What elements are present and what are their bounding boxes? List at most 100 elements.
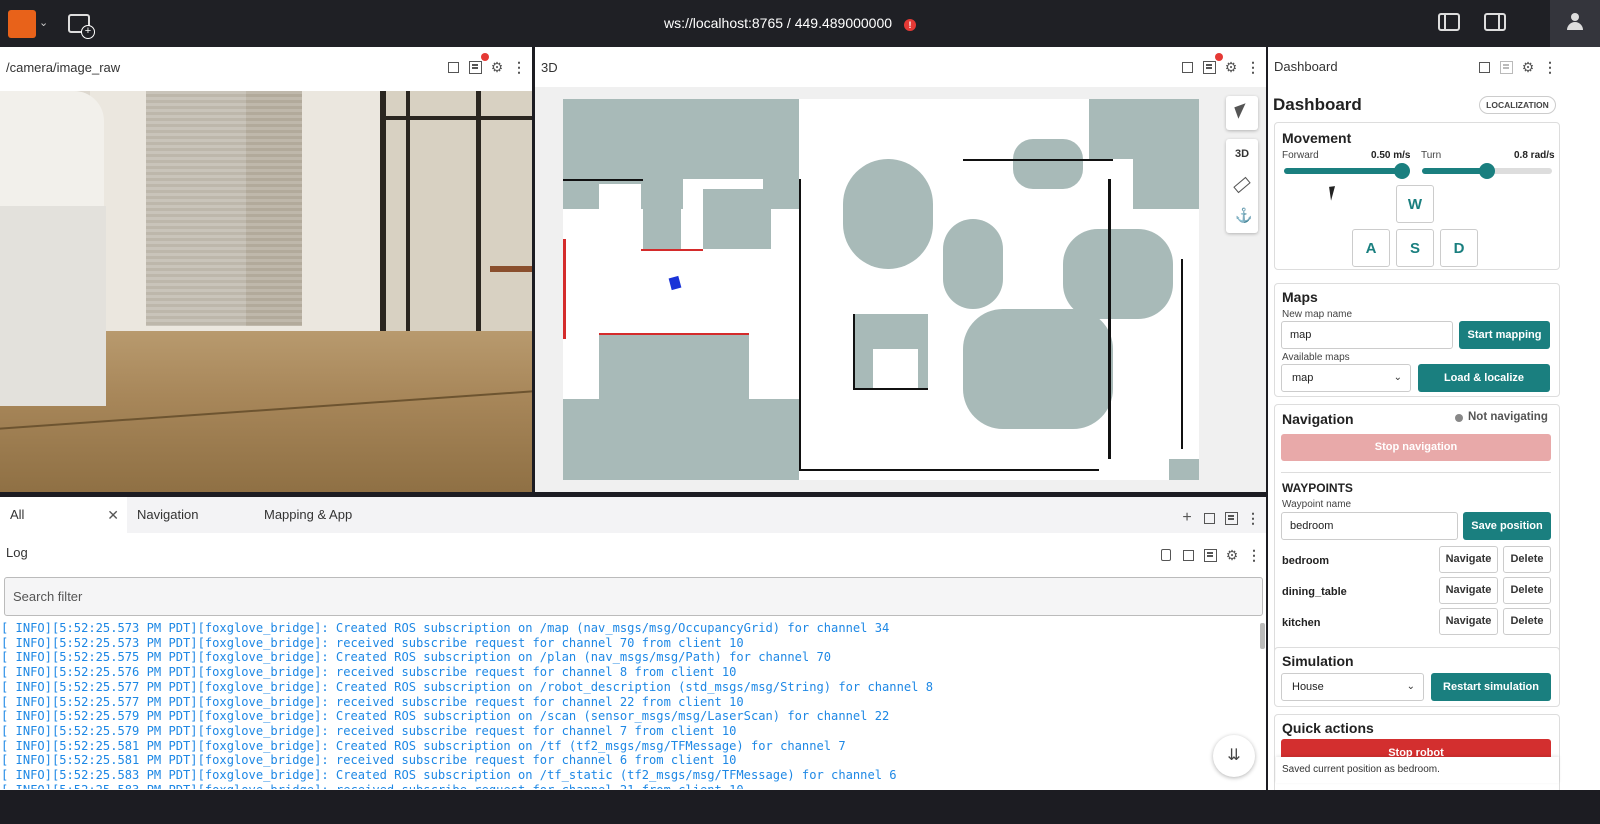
- quick-actions-title: Quick actions: [1282, 720, 1374, 736]
- scroll-to-bottom-button[interactable]: ⇊: [1213, 735, 1255, 777]
- more-options-icon[interactable]: ⋮: [512, 60, 526, 74]
- view-mode-toggle[interactable]: 3D: [1226, 148, 1258, 160]
- stop-navigation-button[interactable]: Stop navigation: [1281, 434, 1551, 461]
- waypoint-name-input[interactable]: bedroom: [1281, 512, 1458, 540]
- toast-message: Saved current position as bedroom.: [1276, 757, 1559, 783]
- navigate-dining-table-button[interactable]: Navigate: [1439, 577, 1498, 604]
- turn-value: 0.8 rad/s: [1514, 150, 1555, 161]
- tab-all-label: All: [10, 507, 25, 522]
- fullscreen-icon[interactable]: [1477, 60, 1491, 74]
- more-options-icon[interactable]: ⋮: [1246, 60, 1260, 74]
- waypoint-item-dining-table: dining_table: [1282, 586, 1347, 598]
- log-scrollbar[interactable]: [1260, 623, 1265, 649]
- log-panel-title: Log: [6, 545, 28, 560]
- forward-value: 0.50 m/s: [1371, 150, 1411, 161]
- fullscreen-icon[interactable]: [446, 60, 460, 74]
- right-key-button[interactable]: D: [1440, 229, 1478, 267]
- add-tab-icon[interactable]: +: [1180, 510, 1194, 526]
- log-tabs-bar: All ✕ Navigation Mapping & App + ⋮: [0, 497, 1266, 533]
- layout-icon[interactable]: [468, 60, 482, 74]
- fullscreen-icon[interactable]: [1180, 60, 1194, 74]
- close-tab-icon[interactable]: ✕: [107, 497, 119, 533]
- waypoint-name-label: Waypoint name: [1282, 499, 1352, 510]
- turn-label: Turn: [1421, 150, 1442, 161]
- double-chevron-down-icon: ⇊: [1227, 747, 1241, 764]
- navigate-kitchen-button[interactable]: Navigate: [1439, 608, 1498, 635]
- more-options-icon[interactable]: ⋮: [1247, 548, 1261, 562]
- log-search-input[interactable]: Search filter: [4, 577, 1263, 616]
- waypoints-title: WAYPOINTS: [1282, 481, 1353, 495]
- dashboard-panel: Dashboard ⚙ ⋮ Dashboard LOCALIZATION Mov…: [1268, 47, 1600, 790]
- more-options-icon[interactable]: ⋮: [1246, 511, 1260, 525]
- maps-title: Maps: [1282, 289, 1318, 305]
- log-line: [ INFO][5:52:25.583 PM PDT][foxglove_bri…: [1, 768, 897, 783]
- delete-bedroom-button[interactable]: Delete: [1503, 546, 1551, 573]
- connection-url: ws://localhost:8765 / 449.489000000: [663, 15, 893, 31]
- fullscreen-icon[interactable]: [1202, 511, 1216, 525]
- fullscreen-icon[interactable]: [1181, 548, 1195, 562]
- forward-key-button[interactable]: W: [1396, 185, 1434, 223]
- forward-slider[interactable]: [1284, 163, 1410, 179]
- layout-icon[interactable]: [1202, 60, 1216, 74]
- camera-panel-title: /camera/image_raw: [6, 60, 121, 75]
- layout-icon[interactable]: [1499, 60, 1513, 74]
- select-tool-button[interactable]: [1226, 96, 1258, 130]
- log-line: [ INFO][5:52:25.576 PM PDT][foxglove_bri…: [1, 665, 737, 680]
- layout-icon[interactable]: [1224, 511, 1238, 525]
- save-position-button[interactable]: Save position: [1463, 512, 1551, 540]
- settings-gear-icon[interactable]: ⚙: [1225, 548, 1239, 562]
- forward-label: Forward: [1282, 150, 1319, 161]
- mouse-cursor-icon: [1329, 185, 1343, 201]
- pointer-icon: [1234, 103, 1250, 119]
- chevron-down-icon: ⌄: [1406, 681, 1415, 692]
- connection-status[interactable]: ws://localhost:8765 / 449.489000000!: [0, 15, 1580, 31]
- log-line: [ INFO][5:52:25.573 PM PDT][foxglove_bri…: [1, 635, 744, 650]
- 3d-panel-title: 3D: [541, 60, 558, 75]
- error-indicator-icon[interactable]: !: [904, 19, 917, 31]
- restart-simulation-button[interactable]: Restart simulation: [1431, 673, 1551, 701]
- simulation-title: Simulation: [1282, 653, 1354, 669]
- settings-gear-icon[interactable]: ⚙: [490, 60, 504, 74]
- load-localize-button[interactable]: Load & localize: [1418, 364, 1550, 392]
- forward-slider-thumb[interactable]: [1394, 163, 1410, 179]
- available-maps-select[interactable]: map ⌄: [1281, 364, 1411, 392]
- left-sidebar-toggle-icon[interactable]: [1438, 13, 1460, 31]
- available-maps-label: Available maps: [1282, 352, 1350, 363]
- tab-navigation[interactable]: Navigation: [127, 497, 254, 533]
- world-select[interactable]: House ⌄: [1281, 673, 1424, 701]
- settings-gear-icon[interactable]: ⚙: [1224, 60, 1238, 74]
- log-line: [ INFO][5:52:25.579 PM PDT][foxglove_bri…: [1, 723, 737, 738]
- log-line: [ INFO][5:52:25.583 PM PDT][foxglove_bri…: [1, 783, 1258, 789]
- log-line: [ INFO][5:52:25.581 PM PDT][foxglove_bri…: [1, 738, 846, 753]
- turn-slider[interactable]: [1422, 163, 1552, 179]
- back-key-button[interactable]: S: [1396, 229, 1434, 267]
- navigation-status: Not navigating: [1468, 411, 1548, 423]
- waypoint-item-bedroom: bedroom: [1282, 555, 1330, 567]
- navigate-bedroom-button[interactable]: Navigate: [1439, 546, 1498, 573]
- start-mapping-button[interactable]: Start mapping: [1459, 321, 1550, 349]
- log-line: [ INFO][5:52:25.577 PM PDT][foxglove_bri…: [1, 694, 744, 709]
- status-dot-icon: [1455, 414, 1463, 422]
- user-icon: [1566, 13, 1584, 31]
- new-map-name-input[interactable]: map: [1281, 321, 1453, 349]
- turn-slider-thumb[interactable]: [1479, 163, 1495, 179]
- publish-pose-icon[interactable]: ⚓: [1235, 207, 1252, 224]
- selected-map-value: map: [1292, 372, 1314, 384]
- tab-mapping-app-label: Mapping & App: [264, 507, 353, 522]
- right-sidebar-toggle-icon[interactable]: [1484, 13, 1506, 31]
- left-key-button[interactable]: A: [1352, 229, 1390, 267]
- layout-icon[interactable]: [1203, 548, 1217, 562]
- clear-log-icon[interactable]: [1161, 549, 1171, 561]
- settings-gear-icon[interactable]: ⚙: [1521, 60, 1535, 74]
- dashboard-panel-title: Dashboard: [1274, 59, 1338, 74]
- log-line: [ INFO][5:52:25.581 PM PDT][foxglove_bri…: [1, 753, 737, 768]
- ruler-icon[interactable]: [1233, 176, 1251, 194]
- occupancy-map[interactable]: [563, 99, 1199, 480]
- maps-card: Maps New map name map Start mapping Avai…: [1274, 283, 1560, 397]
- user-menu-button[interactable]: [1550, 0, 1600, 47]
- delete-kitchen-button[interactable]: Delete: [1503, 608, 1551, 635]
- delete-dining-table-button[interactable]: Delete: [1503, 577, 1551, 604]
- tab-all[interactable]: All ✕: [0, 497, 127, 533]
- more-options-icon[interactable]: ⋮: [1543, 60, 1557, 74]
- tab-mapping-app[interactable]: Mapping & App: [254, 497, 414, 533]
